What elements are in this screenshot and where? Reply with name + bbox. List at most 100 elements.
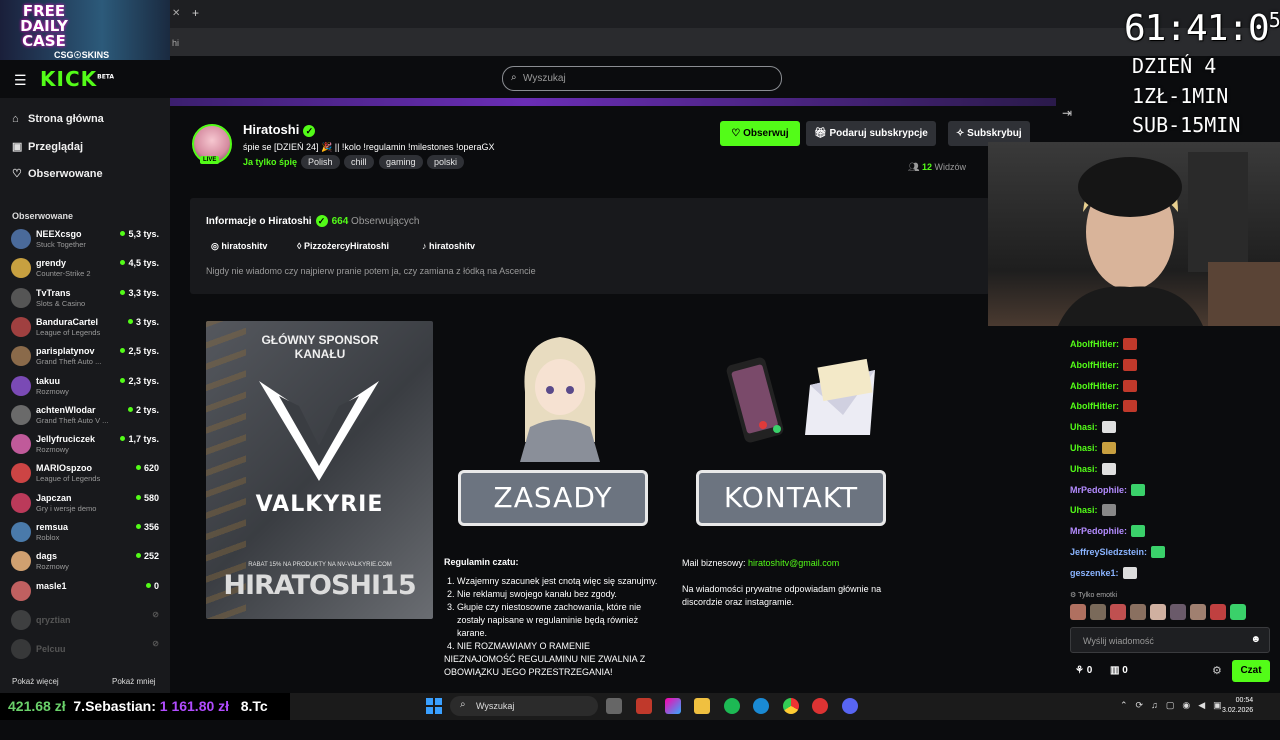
file-explorer-icon[interactable]: [694, 698, 710, 714]
sidebar-channel[interactable]: Japczan Gry i wersje demo 580: [11, 492, 161, 521]
menu-icon[interactable]: ☰: [14, 72, 27, 89]
show-more-button[interactable]: Pokaż więcej: [12, 677, 59, 686]
nav-home[interactable]: ⌂ Strona główna: [12, 113, 104, 125]
sidebar-channel[interactable]: MARIOspzoo League of Legends 620: [11, 463, 161, 491]
sidebar-channel[interactable]: Pelcuu ⊘: [11, 639, 161, 667]
tag-polski[interactable]: polski: [427, 155, 465, 169]
channel-name: TvTrans: [36, 287, 71, 298]
chat-username[interactable]: JeffreySledzstein:: [1070, 547, 1147, 557]
show-less-button[interactable]: Pokaż mniej: [112, 677, 156, 686]
chrome-icon[interactable]: [783, 698, 799, 714]
sidebar-channel[interactable]: dags Rozmowy 252: [11, 551, 161, 579]
chat-username[interactable]: AbolfHitler:: [1070, 401, 1119, 411]
taskbar-search[interactable]: ⌕ Wyszukaj: [450, 696, 598, 716]
chat-username[interactable]: geszenke1:: [1070, 568, 1119, 578]
avatar: [11, 463, 31, 484]
subathon-timer-overlay: 61:41:05: [1124, 8, 1280, 49]
rules-panel-button[interactable]: ZASADY: [458, 470, 648, 526]
follow-button[interactable]: ♡ Obserwuj: [720, 121, 800, 146]
about-title: Informacje o Hiratoshi ✓ 664 Obserwujących: [206, 215, 420, 227]
chat-username[interactable]: AbolfHitler:: [1070, 360, 1119, 370]
sidebar-channel[interactable]: BanduraCartel League of Legends 3 tys.: [11, 316, 161, 345]
new-tab-icon[interactable]: +: [192, 6, 199, 20]
contact-email[interactable]: hiratoshitv@gmail.com: [748, 558, 839, 568]
rule-item: Wzajemny szacunek jest cnotą więc się sz…: [457, 575, 669, 588]
sidebar-channel[interactable]: takuu Rozmowy 2,3 tys.: [11, 375, 161, 404]
avatar: [11, 229, 31, 249]
nav-following[interactable]: ♡ Obserwowane: [12, 167, 103, 180]
avatar: [11, 287, 31, 308]
sidebar-channel[interactable]: Jellyfruciczek Rozmowy 1,7 tys.: [11, 434, 161, 462]
social-instagram[interactable]: ◎ hiratoshitv: [211, 241, 267, 252]
kicks-counter[interactable]: ⚘ 0: [1075, 665, 1092, 676]
edge-icon[interactable]: [753, 698, 769, 714]
chat-username[interactable]: AbolfHitler:: [1070, 339, 1119, 349]
chat-username[interactable]: Uhasi:: [1070, 505, 1098, 515]
avatar: [11, 580, 31, 601]
tag-chill[interactable]: chill: [344, 155, 374, 169]
channel-viewers: 3 tys.: [128, 317, 159, 327]
avatar: [11, 346, 31, 367]
tag-gaming[interactable]: gaming: [379, 155, 423, 169]
send-chat-button[interactable]: Czat: [1232, 660, 1270, 682]
gift-subs-button[interactable]: 🎁︎ Podaruj subskrypcje: [806, 121, 936, 146]
sidebar-channel[interactable]: grendy Counter-Strike 2 4,5 tys.: [11, 258, 161, 286]
gear-icon[interactable]: ⚙: [1212, 664, 1222, 677]
emote-icon: [1101, 421, 1116, 434]
address-bar[interactable]: hi: [170, 28, 1280, 56]
viewer-count: 👥︎ 12 Widzów: [908, 162, 966, 172]
search-input[interactable]: ⌕ Wyszukaj: [502, 66, 782, 91]
social-tiktok[interactable]: ♪ hiratoshitv: [422, 241, 475, 251]
sidebar-channel[interactable]: qryztian ⊘: [11, 609, 161, 638]
social-discord[interactable]: ◊ PizzożercyHiratoshi: [297, 241, 389, 251]
channel-name: parisplatynov: [36, 346, 95, 357]
close-tab-icon[interactable]: ✕: [172, 8, 180, 19]
channel-viewers: 252: [136, 551, 159, 561]
chat-username[interactable]: MrPedophile:: [1070, 526, 1127, 536]
sidebar-channel[interactable]: NEEXcsgo Stuck Together 5,3 tys.: [11, 229, 161, 257]
chat-input[interactable]: Wyślij wiadomość ☻: [1070, 627, 1270, 653]
emote-picker-row[interactable]: [1070, 604, 1270, 620]
chat-username[interactable]: AbolfHitler:: [1070, 381, 1119, 391]
channel-viewers: 620: [136, 463, 159, 473]
contact-panel-button[interactable]: KONTAKT: [696, 470, 886, 526]
player-bottom-edge: [170, 98, 1056, 106]
chat-username[interactable]: MrPedophile:: [1070, 485, 1127, 495]
avatar: [11, 522, 31, 542]
sidebar-channel[interactable]: masle1 0: [11, 580, 161, 609]
streamer-name[interactable]: Hiratoshi ✓: [243, 122, 316, 137]
channel-viewers: 4,5 tys.: [120, 258, 159, 268]
opera-gx-icon[interactable]: [812, 698, 828, 714]
chat-message: MrPedophile:: [1070, 483, 1146, 496]
collapse-chat-icon[interactable]: ⇥: [1062, 106, 1072, 120]
channel-category: Stuck Together: [36, 240, 86, 249]
tag-polish[interactable]: Polish: [301, 155, 340, 169]
sidebar-channel[interactable]: achtenWlodar Grand Theft Auto V ... 2 tys.: [11, 404, 161, 433]
store-icon[interactable]: [636, 698, 652, 714]
system-tray[interactable]: ⌃⟳♫▢◉◀▣: [1120, 700, 1230, 711]
chat-username[interactable]: Uhasi:: [1070, 422, 1098, 432]
sidebar-channel[interactable]: parisplatynov Grand Theft Auto ... 2,5 tys…: [11, 346, 161, 374]
sponsor-label: GŁÓWNY SPONSOR KANAŁU: [261, 333, 379, 361]
kick-logo[interactable]: KICKBETA: [40, 67, 114, 91]
task-view-icon[interactable]: [606, 698, 622, 714]
copilot-icon[interactable]: [665, 698, 681, 714]
emoji-icon[interactable]: ☻: [1250, 634, 1261, 645]
donation-ticker: 421.68 zł 7.Sebastian: 1 161.80 zł 8.Tc: [0, 693, 290, 720]
sponsor-discount-text: RABAT 15% NA PRODUKTY NA NV-VALKYRIE.COM: [248, 562, 392, 568]
star-icon: ✧: [956, 128, 968, 139]
sponsor-brand: VALKYRIE: [255, 492, 384, 517]
chat-username[interactable]: Uhasi:: [1070, 443, 1098, 453]
spotify-icon[interactable]: [724, 698, 740, 714]
home-icon: ⌂: [12, 113, 19, 125]
nav-browse[interactable]: ▣ Przeglądaj: [12, 140, 83, 153]
gifts-counter[interactable]: ▥ 0: [1110, 665, 1128, 676]
sidebar-channel[interactable]: TvTrans Slots & Casino 3,3 tys.: [11, 287, 161, 316]
avatar: [11, 375, 31, 396]
sidebar-channel[interactable]: remsua Roblox 356: [11, 522, 161, 550]
stream-category[interactable]: Ja tylko śpię: [243, 157, 297, 167]
chat-username[interactable]: Uhasi:: [1070, 464, 1098, 474]
windows-start-icon[interactable]: [426, 698, 442, 714]
taskbar-clock[interactable]: 00:54 3.02.2026: [1222, 696, 1253, 716]
discord-icon[interactable]: [842, 698, 858, 714]
